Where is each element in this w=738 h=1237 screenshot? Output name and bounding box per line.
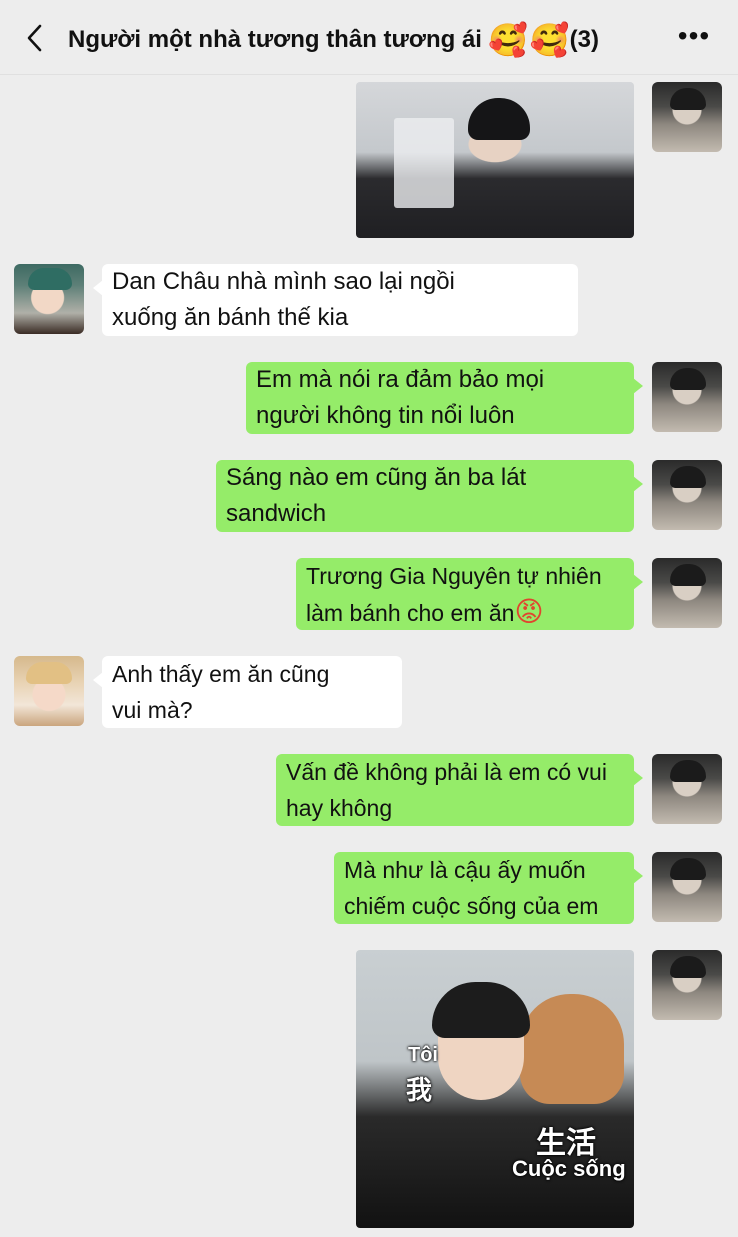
message-line: Dan Châu nhà mình sao lại ngồi (112, 268, 455, 295)
my-avatar[interactable] (652, 852, 722, 922)
message-line: vui mà? (112, 697, 193, 723)
message-bubble-received[interactable]: Dan Châu nhà mình sao lại ngồi xuống ăn … (93, 264, 578, 336)
message-bubble-sent[interactable]: Trương Gia Nguyên tự nhiên làm bánh cho … (296, 558, 643, 631)
my-avatar[interactable] (652, 950, 722, 1020)
message-bubble-sent[interactable]: Em mà nói ra đảm bảo mọi người không tin… (246, 362, 643, 434)
message-photo[interactable] (356, 82, 634, 238)
message-line: hay không (286, 795, 393, 821)
message-line: làm bánh cho em ăn😡 (306, 594, 624, 631)
message-text: làm bánh cho em ăn (306, 600, 515, 626)
meme-caption: Cuộc sống (512, 1156, 626, 1181)
message-bubble-received[interactable]: Anh thấy em ăn cũng vui mà? (93, 656, 402, 728)
smiling-hearts-emoji-icon: 🥰 (529, 21, 570, 59)
message-bubble-sent[interactable]: Mà như là cậu ấy muốn chiếm cuộc sống củ… (334, 852, 643, 924)
message-line: Em mà nói ra đảm bảo mọi (256, 366, 545, 393)
chevron-left-icon[interactable] (22, 20, 52, 56)
message-line: Sáng nào em cũng ăn ba lát (226, 464, 527, 491)
message-photo-meme[interactable]: Tôi 我 生活 Cuộc sống (356, 950, 634, 1228)
message-line: Vấn đề không phải là em có vui (286, 759, 607, 785)
member-count: (3) (569, 26, 599, 53)
smiling-hearts-emoji-icon: 🥰 (487, 21, 528, 59)
my-avatar[interactable] (652, 558, 722, 628)
message-line: người không tin nổi luôn (256, 402, 515, 429)
chat-title: Người một nhà tương thân tương ái 🥰 🥰 (3… (68, 20, 599, 60)
photo-figure (432, 982, 530, 1038)
chat-title-text: Người một nhà tương thân tương ái (68, 26, 482, 53)
message-line: Mà như là cậu ấy muốn (344, 857, 586, 883)
message-line: Trương Gia Nguyên tự nhiên (306, 563, 602, 589)
photo-figure (520, 994, 624, 1104)
chat-header: Người một nhà tương thân tương ái 🥰 🥰 (3… (0, 0, 738, 75)
message-line: chiếm cuộc sống của em (344, 893, 599, 919)
message-line: xuống ăn bánh thế kia (112, 304, 349, 331)
meme-caption: Tôi (408, 1044, 438, 1066)
my-avatar[interactable] (652, 82, 722, 152)
friend-avatar[interactable] (14, 264, 84, 334)
message-line: Anh thấy em ăn cũng (112, 661, 330, 687)
message-line: sandwich (226, 500, 327, 527)
my-avatar[interactable] (652, 460, 722, 530)
meme-caption: 我 (406, 1076, 433, 1106)
angry-face-emoji-icon: 😡 (514, 595, 544, 628)
more-icon[interactable]: ••• (672, 16, 716, 56)
friend-avatar[interactable] (14, 656, 84, 726)
message-bubble-sent[interactable]: Sáng nào em cũng ăn ba lát sandwich (216, 460, 643, 532)
my-avatar[interactable] (652, 754, 722, 824)
message-bubble-sent[interactable]: Vấn đề không phải là em có vui hay không (276, 754, 643, 826)
my-avatar[interactable] (652, 362, 722, 432)
